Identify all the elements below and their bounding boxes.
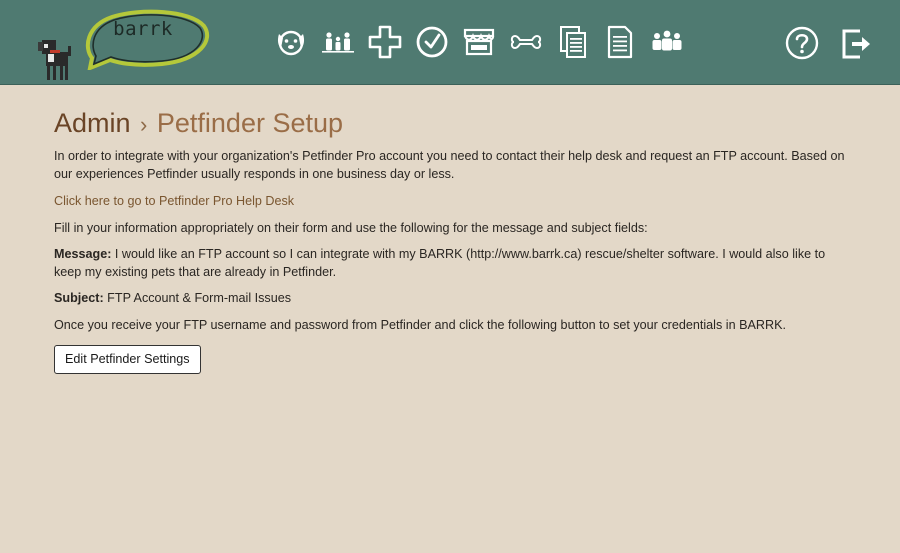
intro-text: In order to integrate with your organiza… — [54, 149, 845, 181]
subject-paragraph: Subject: FTP Account & Form-mail Issues — [54, 290, 854, 308]
help-button[interactable] — [782, 23, 822, 63]
bone-icon — [510, 34, 542, 50]
nav-people[interactable] — [319, 23, 357, 61]
message-text: I would like an FTP account so I can int… — [54, 247, 826, 279]
main-content: Admin › Petfinder Setup In order to inte… — [54, 104, 854, 374]
nav-animals[interactable] — [272, 23, 310, 61]
edit-petfinder-settings-button[interactable]: Edit Petfinder Settings — [54, 345, 201, 374]
instructions-text: Fill in your information appropriately o… — [54, 220, 648, 235]
top-navigation-bar: barrk — [0, 0, 900, 85]
logo-text: barrk — [113, 18, 173, 40]
message-paragraph: Message: I would like an FTP account so … — [54, 246, 854, 281]
store-icon — [463, 28, 495, 56]
breadcrumb: Admin › Petfinder Setup — [54, 104, 854, 144]
medical-cross-icon — [368, 25, 402, 59]
logout-button[interactable] — [836, 23, 876, 63]
breadcrumb-separator: › — [140, 112, 148, 137]
followup-text: Once you receive your FTP username and p… — [54, 317, 786, 332]
barrk-logo[interactable]: barrk — [36, 6, 210, 80]
subject-text: FTP Account & Form-mail Issues — [103, 291, 292, 305]
people-icon — [652, 30, 682, 51]
dog-face-icon — [277, 30, 305, 56]
clock-check-icon — [416, 26, 448, 58]
helpdesk-link[interactable]: Click here to go to Petfinder Pro Help D… — [54, 193, 294, 211]
family-icon — [322, 32, 354, 53]
main-nav — [272, 23, 686, 63]
message-label: Message: — [54, 247, 112, 261]
nav-supplies[interactable] — [507, 23, 545, 61]
document-icon — [607, 25, 633, 59]
nav-reports[interactable] — [554, 23, 592, 61]
help-icon — [785, 26, 819, 60]
breadcrumb-admin[interactable]: Admin — [54, 108, 131, 138]
nav-volunteers[interactable] — [648, 23, 686, 61]
subject-label: Subject: — [54, 291, 104, 305]
documents-icon — [560, 26, 586, 58]
utility-nav — [782, 23, 876, 63]
nav-store[interactable] — [460, 23, 498, 61]
nav-schedule[interactable] — [413, 23, 451, 61]
dog-mascot-icon — [38, 40, 71, 80]
breadcrumb-current: Petfinder Setup — [156, 108, 344, 138]
nav-forms[interactable] — [601, 23, 639, 61]
logout-icon — [842, 29, 870, 59]
nav-medical[interactable] — [366, 23, 404, 61]
